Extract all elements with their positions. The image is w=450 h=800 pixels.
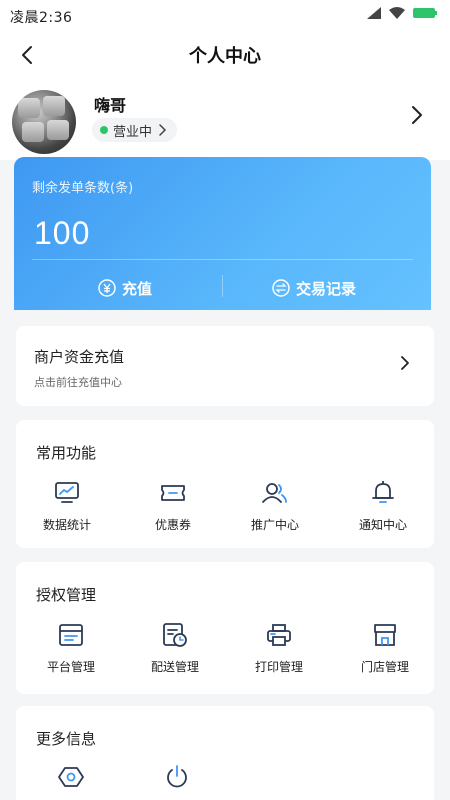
grid-item-label: 通知中心	[358, 518, 407, 532]
recharge-label: 充值	[122, 279, 153, 298]
authorization-management-section: 授权管理 平台管理 配送管理 打印管理 门店管理	[16, 562, 434, 694]
exchange-icon	[272, 279, 290, 297]
grid-item-notification-center[interactable]: 通知中心	[338, 478, 428, 533]
battery-icon	[413, 8, 437, 18]
profile-header[interactable]: 嗨哥 营业中	[0, 76, 450, 160]
platform-icon	[56, 620, 86, 650]
grid-item-coupons[interactable]: 优惠券	[128, 478, 218, 533]
wifi-icon	[389, 7, 405, 19]
bell-icon	[368, 478, 398, 508]
profile-detail-arrow-icon[interactable]	[406, 104, 428, 126]
divider	[32, 259, 413, 260]
grid-item-label: 门店管理	[360, 660, 409, 674]
grid-item-promotion-center[interactable]: 推广中心	[230, 478, 320, 533]
merchant-recharge-title: 商户资金充值	[34, 348, 125, 366]
more-info-section: 更多信息	[16, 706, 434, 800]
grid-item-label: 数据统计	[42, 518, 91, 532]
store-icon	[370, 620, 400, 650]
power-icon	[162, 762, 192, 792]
grid-item-label: 推广中心	[250, 518, 299, 532]
grid-item-label: 平台管理	[46, 660, 95, 674]
avatar[interactable]	[12, 90, 76, 154]
grid-item-label: 优惠券	[154, 518, 191, 532]
grid-item-power[interactable]	[132, 762, 222, 792]
chevron-right-icon	[401, 356, 409, 370]
status-dot	[100, 126, 108, 134]
chevron-right-icon	[159, 124, 167, 136]
merchant-recharge-entry[interactable]: 商户资金充值 点击前往充值中心	[16, 326, 434, 406]
divider	[222, 275, 223, 297]
balance-value: 100	[34, 215, 91, 251]
section-title: 常用功能	[36, 444, 97, 462]
grid-item-print-management[interactable]: 打印管理	[234, 620, 324, 675]
nav-bar: 个人中心	[0, 32, 450, 76]
coupon-icon	[158, 478, 188, 508]
balance-label: 剩余发单条数(条)	[32, 181, 134, 196]
grid-item-settings[interactable]	[26, 762, 116, 792]
yuan-icon	[98, 279, 116, 297]
transaction-records-label: 交易记录	[296, 279, 357, 298]
merchant-recharge-subtitle: 点击前往充值中心	[34, 376, 122, 389]
grid-item-label: 配送管理	[150, 660, 199, 674]
business-status-toggle[interactable]: 营业中	[92, 118, 178, 142]
common-functions-section: 常用功能 数据统计 优惠券 推广中心 通知中心	[16, 420, 434, 548]
users-icon	[260, 478, 290, 508]
business-status-label: 营业中	[113, 124, 153, 140]
section-title: 更多信息	[36, 730, 97, 748]
signal-icon	[367, 7, 381, 19]
grid-item-platform-management[interactable]: 平台管理	[26, 620, 116, 675]
balance-card: 剩余发单条数(条) 100 充值 交易记录	[14, 157, 431, 322]
grid-item-label: 打印管理	[254, 660, 303, 674]
settings-icon	[56, 762, 86, 792]
status-time: 凌晨2:36	[10, 10, 73, 26]
section-title: 授权管理	[36, 586, 97, 604]
profile-name: 嗨哥	[94, 96, 127, 115]
status-icons	[366, 6, 438, 20]
grid-item-data-stats[interactable]: 数据统计	[22, 478, 112, 533]
status-bar: 凌晨2:36	[0, 0, 450, 32]
recharge-button[interactable]: 充值	[98, 275, 152, 301]
transaction-records-button[interactable]: 交易记录	[272, 275, 356, 301]
grid-item-delivery-management[interactable]: 配送管理	[130, 620, 220, 675]
chart-icon	[52, 478, 82, 508]
delivery-schedule-icon	[160, 620, 190, 650]
grid-item-store-management[interactable]: 门店管理	[340, 620, 430, 675]
printer-icon	[264, 620, 294, 650]
page-title: 个人中心	[189, 46, 261, 67]
